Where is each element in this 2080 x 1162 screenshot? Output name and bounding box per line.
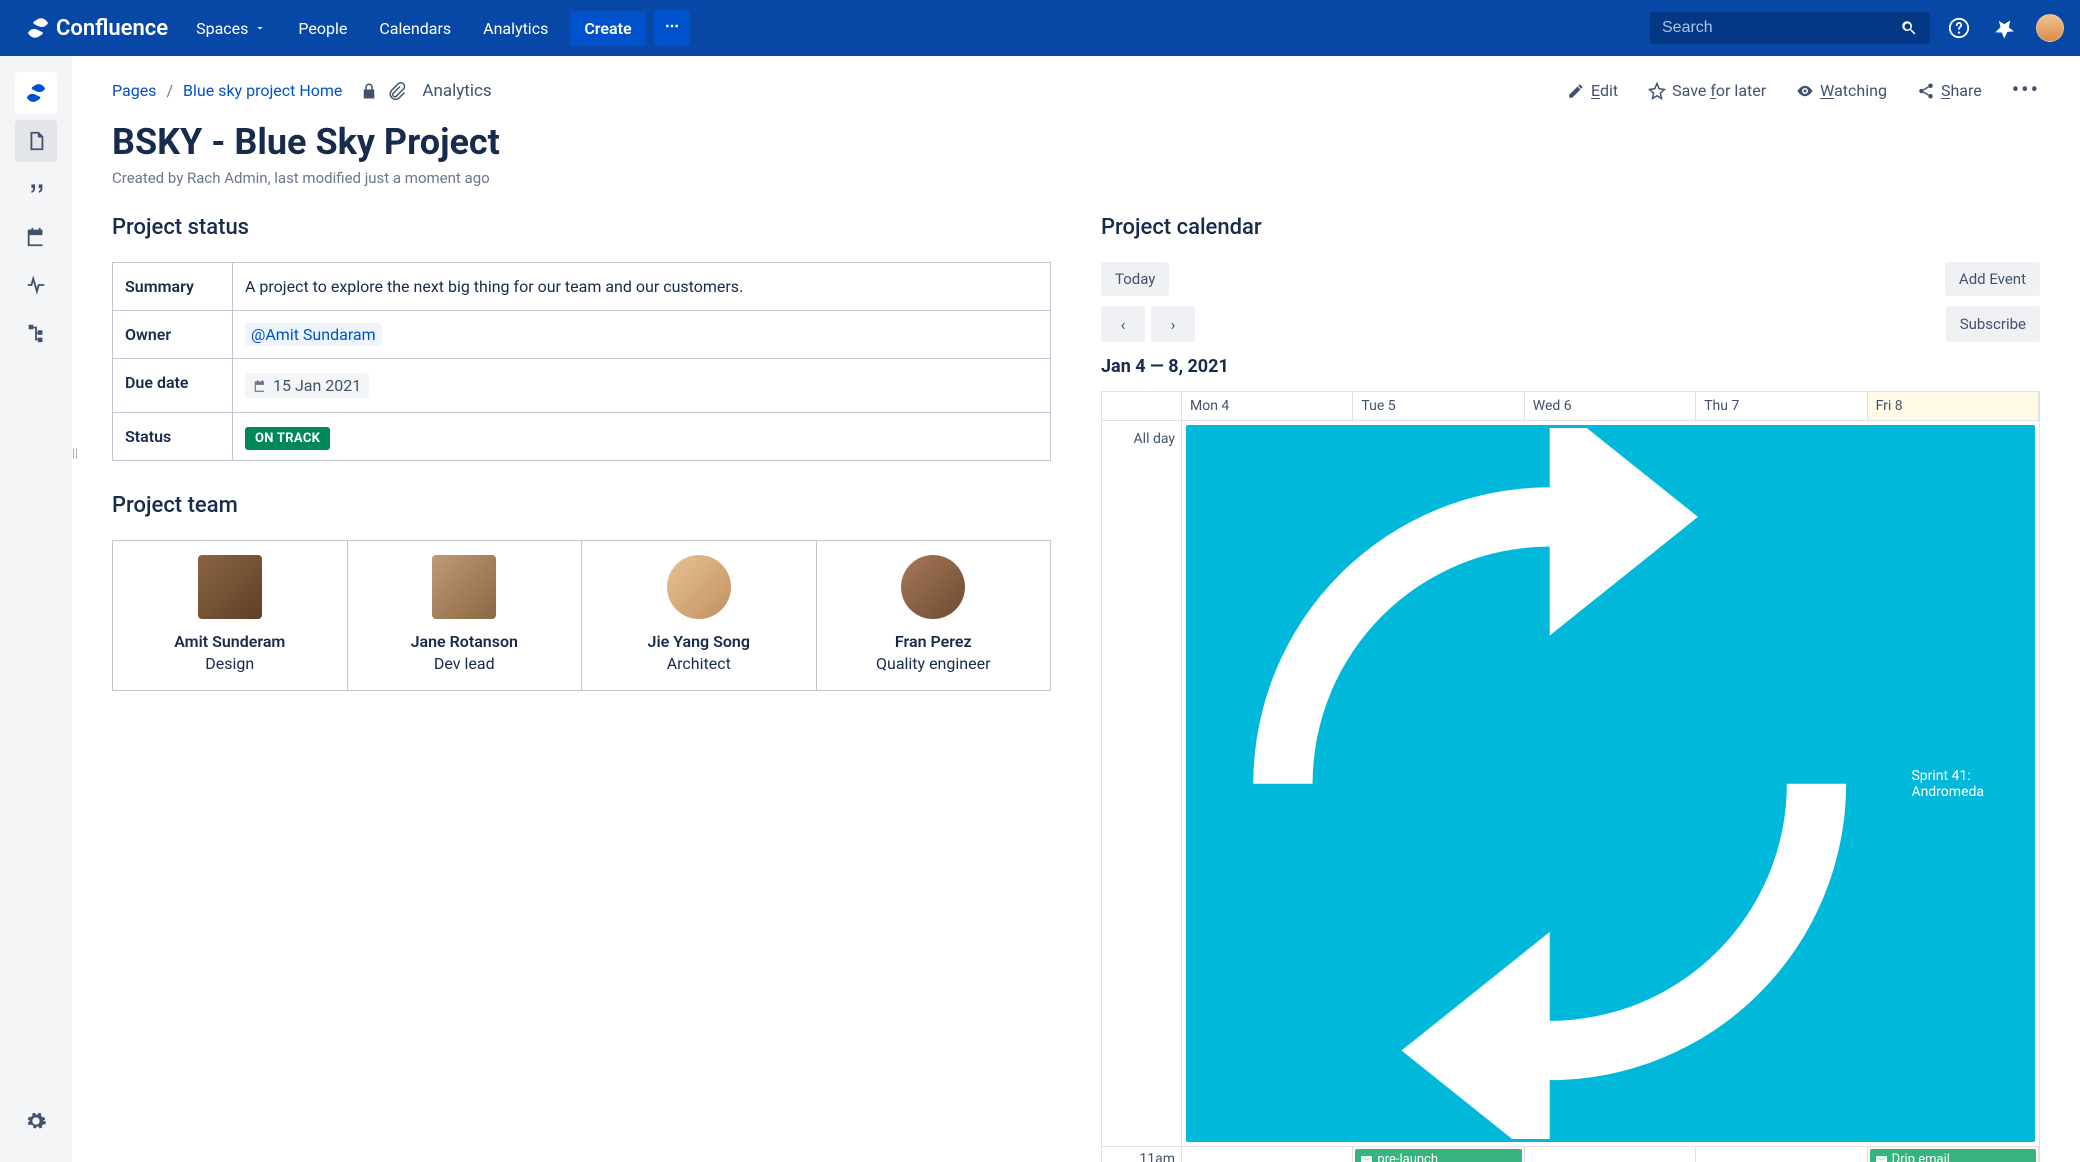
chevron-down-icon [254, 22, 266, 34]
breadcrumb-row: Pages / Blue sky project Home Analytics … [112, 78, 2040, 103]
next-week-button[interactable]: › [1151, 306, 1195, 342]
product-name: Confluence [56, 16, 168, 41]
restrictions-icon[interactable] [360, 82, 378, 100]
today-button[interactable]: Today [1101, 262, 1169, 296]
day-header: Thu 7 [1696, 392, 1867, 421]
status-table: Summary A project to explore the next bi… [112, 262, 1051, 461]
attachments-icon[interactable] [388, 82, 406, 100]
breadcrumb-parent[interactable]: Blue sky project Home [183, 81, 342, 100]
day-header: Fri 8 [1868, 392, 2039, 421]
rail-tree[interactable] [15, 312, 57, 354]
mail-icon [1875, 1154, 1888, 1162]
event-drip[interactable]: Drip email [1870, 1149, 2036, 1162]
avatar [901, 555, 965, 619]
more-icon [664, 18, 680, 34]
team-member[interactable]: Fran Perez Quality engineer [817, 541, 1051, 690]
event-sprint[interactable]: Sprint 41: Andromeda [1186, 425, 2035, 1142]
team-grid: Amit Sunderam Design Jane Rotanson Dev l… [112, 540, 1051, 691]
share-button[interactable]: Share [1917, 81, 1982, 100]
page-analytics-link[interactable]: Analytics [416, 81, 491, 101]
nav-calendars[interactable]: Calendars [365, 11, 465, 46]
rail-blog[interactable] [15, 168, 57, 210]
rail-calendar[interactable] [15, 216, 57, 258]
page-more-button[interactable]: ••• [2012, 78, 2040, 103]
quote-icon [25, 178, 47, 200]
product-logo[interactable]: Confluence [16, 16, 178, 41]
rail-pages[interactable] [15, 120, 57, 162]
due-date-lozenge[interactable]: 15 Jan 2021 [245, 373, 369, 398]
share-icon [1917, 82, 1935, 100]
team-member[interactable]: Jie Yang Song Architect [582, 541, 817, 690]
team-heading: Project team [112, 493, 1051, 518]
day-header: Mon 4 [1182, 392, 1353, 421]
event-prelaunch[interactable]: pre-launch ═ [1355, 1149, 1521, 1162]
save-for-later-button[interactable]: Save for later [1648, 81, 1766, 100]
calendar-icon [253, 379, 267, 393]
edit-button[interactable]: Edit [1567, 81, 1618, 100]
prev-week-button[interactable]: ‹ [1101, 306, 1145, 342]
status-heading: Project status [112, 215, 1051, 240]
top-nav: Confluence Spaces People Calendars Analy… [0, 0, 2080, 56]
notification-icon [1994, 17, 2016, 39]
summary-value: A project to explore the next big thing … [233, 263, 1051, 311]
nav-people[interactable]: People [284, 11, 361, 46]
owner-label: Owner [113, 311, 233, 359]
breadcrumb-pages[interactable]: Pages [112, 81, 156, 100]
avatar [198, 555, 262, 619]
summary-label: Summary [113, 263, 233, 311]
star-icon [1648, 82, 1666, 100]
eye-icon [1796, 82, 1814, 100]
team-member[interactable]: Jane Rotanson Dev lead [348, 541, 583, 690]
nav-analytics[interactable]: Analytics [469, 11, 562, 46]
team-member[interactable]: Amit Sunderam Design [113, 541, 348, 690]
breadcrumb-separator: / [166, 81, 173, 100]
create-more-button[interactable] [654, 10, 690, 46]
owner-mention[interactable]: @Amit Sundaram [245, 323, 382, 346]
notifications-button[interactable] [1988, 11, 2022, 45]
due-label: Due date [113, 359, 233, 413]
rail-space-logo[interactable] [15, 72, 57, 114]
user-avatar[interactable] [2036, 14, 2064, 42]
rail-collapse-handle[interactable]: || [72, 446, 78, 460]
help-icon [1948, 17, 1970, 39]
page-icon [25, 130, 47, 152]
pulse-icon [25, 274, 47, 296]
allday-label: All day [1102, 421, 1182, 1147]
status-label: Status [113, 413, 233, 461]
pencil-icon [1567, 82, 1585, 100]
calendar-grid: Mon 4 Tue 5 Wed 6 Thu 7 Fri 8 All day Sp… [1101, 391, 2040, 1162]
nav-spaces[interactable]: Spaces [182, 11, 280, 46]
status-badge: ON TRACK [245, 427, 330, 450]
rail-settings[interactable] [15, 1100, 57, 1142]
confluence-icon [26, 16, 50, 40]
mail-icon [1360, 1154, 1373, 1162]
subscribe-button[interactable]: Subscribe [1946, 306, 2040, 342]
day-header: Wed 6 [1525, 392, 1696, 421]
left-rail: || [0, 56, 72, 1162]
page-actions: Edit Save for later Watching Share ••• [1567, 78, 2040, 103]
search-box[interactable] [1650, 12, 1930, 44]
search-input[interactable] [1662, 19, 1900, 37]
main-content: Pages / Blue sky project Home Analytics … [72, 56, 2080, 1162]
watching-button[interactable]: Watching [1796, 81, 1887, 100]
avatar [667, 555, 731, 619]
confluence-icon [25, 82, 47, 104]
help-button[interactable] [1942, 11, 1976, 45]
gear-icon [25, 1110, 47, 1132]
page-title: BSKY - Blue Sky Project [112, 121, 2040, 163]
page-meta: Created by Rach Admin, last modified jus… [112, 169, 2040, 187]
search-icon [1900, 19, 1918, 37]
sprint-icon [1194, 428, 1905, 1139]
create-button[interactable]: Create [570, 11, 645, 46]
avatar [432, 555, 496, 619]
tree-icon [25, 322, 47, 344]
add-event-button[interactable]: Add Event [1945, 262, 2040, 296]
calendar-heading: Project calendar [1101, 215, 2040, 240]
day-header: Tue 5 [1353, 392, 1524, 421]
rail-analytics[interactable] [15, 264, 57, 306]
calendar-range: Jan 4 — 8, 2021 [1101, 356, 2040, 377]
calendar-icon [25, 226, 47, 248]
